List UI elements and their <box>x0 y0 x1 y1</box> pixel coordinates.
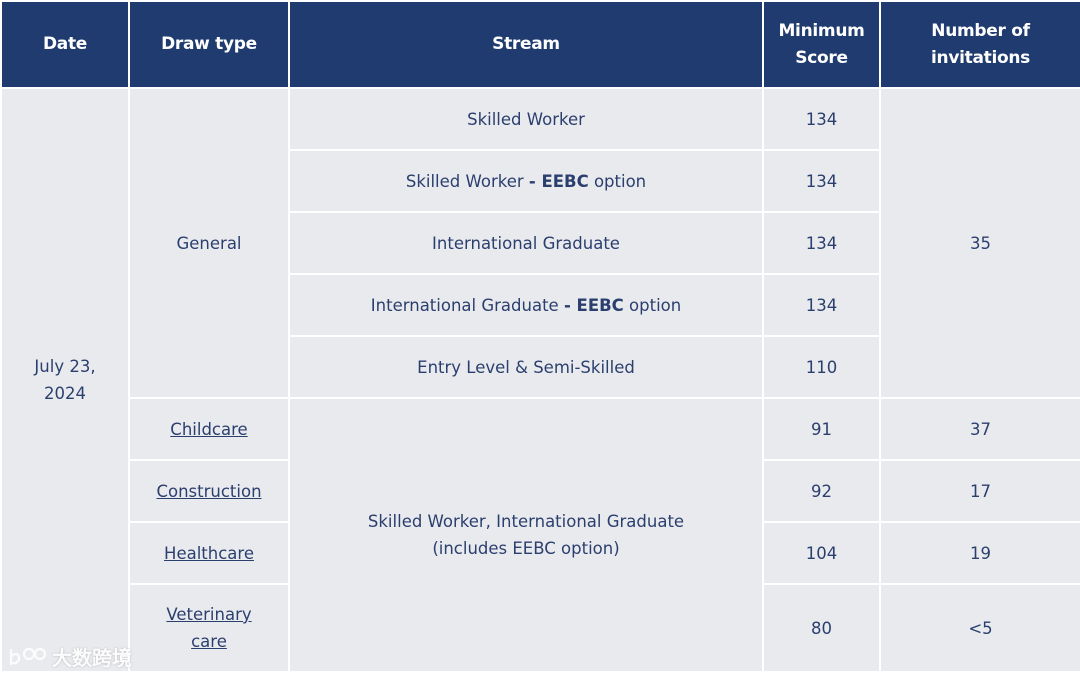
healthcare-link[interactable]: Healthcare <box>164 544 254 563</box>
childcare-link[interactable]: Childcare <box>170 420 247 439</box>
date-line2: 2024 <box>44 384 86 403</box>
veterinary-care-line2: care <box>191 632 227 651</box>
table-row: July 23, 2024 General Skilled Worker 134… <box>0 87 1080 673</box>
header-row: Date Draw type Stream Minimum Score Numb… <box>0 0 1080 89</box>
veterinary-care-link[interactable]: Veterinary care <box>166 605 251 651</box>
stream-cell: International Graduate <box>288 211 764 275</box>
stream-text-suffix: option <box>588 171 647 191</box>
invitations-cell: <5 <box>879 583 1080 673</box>
header-invitations-line1: Number of <box>931 20 1030 41</box>
stream-eebc-bold: - EEBC <box>528 171 589 191</box>
draw-type-construction: Construction <box>128 459 290 523</box>
score-cell: 134 <box>762 149 881 213</box>
header-date: Date <box>0 0 130 89</box>
score-cell: 92 <box>762 459 881 523</box>
construction-link[interactable]: Construction <box>156 482 261 501</box>
stream-cell: Skilled Worker <box>288 87 764 151</box>
brand-logo-icon <box>9 647 47 665</box>
header-minimum-score: Minimum Score <box>762 0 881 89</box>
stream-text: Skilled Worker <box>405 171 529 191</box>
header-stream: Stream <box>288 0 764 89</box>
invitations-cell: 19 <box>879 521 1080 585</box>
score-cell: 91 <box>762 397 881 461</box>
table-row: Childcare Skilled Worker, International … <box>1 397 1080 673</box>
draw-type-childcare: Childcare <box>128 397 290 461</box>
score-cell: 134 <box>762 87 881 151</box>
header-invitations-line2: invitations <box>931 47 1030 68</box>
date-cell: July 23, 2024 <box>0 87 130 673</box>
stream-cell: Entry Level & Semi-Skilled <box>288 335 764 399</box>
header-draw-type: Draw type <box>128 0 290 89</box>
stream-text: International Graduate <box>370 295 564 315</box>
invitations-cell: 37 <box>879 397 1080 461</box>
draws-table: Date Draw type Stream Minimum Score Numb… <box>0 0 1080 673</box>
date-line1: July 23, <box>34 357 96 376</box>
stream-targeted-line2: (includes EEBC option) <box>432 539 620 558</box>
watermark-text: 大数跨境 <box>52 646 132 670</box>
score-cell: 134 <box>762 211 881 275</box>
header-minimum-score-line2: Score <box>795 47 848 68</box>
veterinary-care-line1: Veterinary <box>166 605 252 624</box>
score-cell: 110 <box>762 335 881 399</box>
score-cell: 134 <box>762 273 881 337</box>
stream-cell: International Graduate - EEBC option <box>288 273 764 337</box>
header-number-of-invitations: Number of invitations <box>879 0 1080 89</box>
invitations-cell: 17 <box>879 459 1080 523</box>
stream-cell: Skilled Worker - EEBC option <box>288 149 764 213</box>
score-cell: 104 <box>762 521 881 585</box>
draw-type-general: General <box>128 87 290 399</box>
stream-targeted: Skilled Worker, International Graduate (… <box>288 397 764 673</box>
score-cell: 80 <box>762 583 881 673</box>
invitations-general: 35 <box>879 87 1080 399</box>
stream-text-suffix: option <box>623 295 682 315</box>
stream-targeted-line1: Skilled Worker, International Graduate <box>367 512 685 531</box>
watermark: 大数跨境 <box>8 642 132 671</box>
header-minimum-score-line1: Minimum <box>778 20 865 41</box>
draw-type-healthcare: Healthcare <box>128 521 290 585</box>
draw-type-veterinary-care: Veterinary care <box>128 583 290 673</box>
stream-eebc-bold: - EEBC <box>563 295 624 315</box>
